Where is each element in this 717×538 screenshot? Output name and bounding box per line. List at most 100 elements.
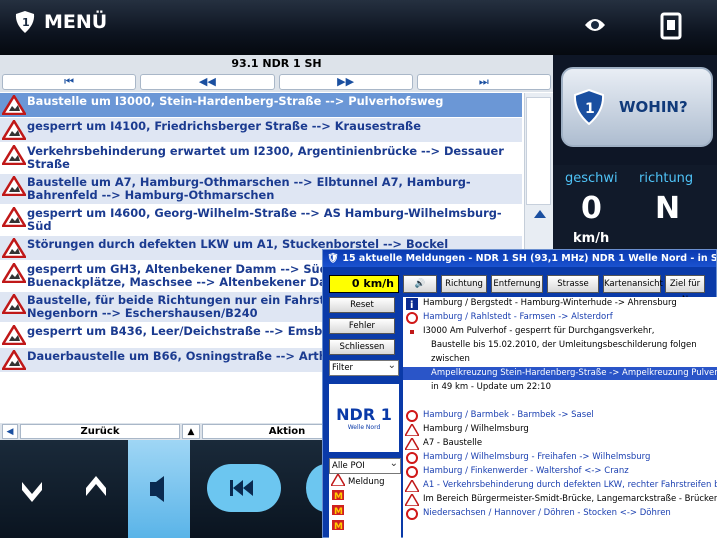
poi-item[interactable]: M bbox=[329, 504, 401, 519]
top-bar: 1 MENÜ bbox=[0, 0, 717, 55]
rewind-button[interactable] bbox=[205, 440, 283, 538]
poi-item[interactable]: Meldung bbox=[329, 472, 401, 489]
scroll-thumb[interactable] bbox=[526, 97, 551, 205]
up-button[interactable] bbox=[65, 440, 128, 538]
app-icon: 🛡 bbox=[327, 253, 340, 264]
message-row[interactable]: Ampelkreuzung Stein-Hardenberg-Straße ->… bbox=[403, 367, 717, 380]
station-title: 93.1 NDR 1 SH bbox=[0, 55, 553, 72]
play-icon bbox=[306, 464, 346, 512]
message-row[interactable]: A1 - Verkehrsbehinderung durch defekten … bbox=[403, 478, 717, 493]
message-row[interactable]: Hamburg / Finkenwerder - Waltershof <-> … bbox=[403, 465, 717, 478]
traffic-item-text: Baustelle um A7, Hamburg-Othmarschen -->… bbox=[27, 175, 471, 202]
traffic-item[interactable]: Verkehrsbehinderung erwartet um I2300, A… bbox=[0, 143, 522, 174]
traffic-item[interactable]: gesperrt um I4100, Friedrichsberger Stra… bbox=[0, 118, 522, 143]
scroll-up-icon[interactable] bbox=[534, 210, 546, 218]
target-button[interactable]: Ziel für N bbox=[665, 275, 705, 305]
street-button[interactable]: Strasse bbox=[547, 275, 599, 293]
traffic-item-text: Verkehrsbehinderung erwartet um I2300, A… bbox=[27, 144, 504, 171]
message-row[interactable]: A7 - Baustelle bbox=[403, 436, 717, 451]
down-button[interactable] bbox=[0, 440, 65, 538]
message-row[interactable]: Hamburg / Rahlstedt - Farmsen -> Alsterd… bbox=[403, 311, 717, 324]
navigation-app: 1 MENÜ 93.1 NDR 1 SH ⏮ ◀◀ ▶▶ ⏭ Baustelle… bbox=[0, 0, 717, 538]
distance-button[interactable]: Entfernung bbox=[491, 275, 543, 293]
shield-icon: 1 bbox=[573, 89, 605, 125]
next-icon: ▶▶ bbox=[337, 75, 355, 88]
last-icon: ⏭ bbox=[478, 75, 489, 88]
map-view-button[interactable]: Kartenansicht bbox=[603, 275, 663, 293]
error-button[interactable]: Fehler bbox=[329, 318, 395, 334]
circle-icon bbox=[405, 409, 419, 422]
warning-triangle-icon bbox=[403, 478, 421, 493]
next-track-button[interactable] bbox=[300, 440, 346, 538]
eye-icon[interactable] bbox=[583, 14, 607, 36]
message-row[interactable]: Baustelle bis 15.02.2010, der Umleitungs… bbox=[403, 339, 717, 352]
message-text: I3000 Am Pulverhof - gesperrt für Durchg… bbox=[423, 326, 655, 336]
filter-select[interactable]: Filter bbox=[329, 359, 399, 376]
message-text: A1 - Verkehrsbehinderung durch defekten … bbox=[423, 480, 717, 490]
speed-label: geschwi bbox=[565, 171, 618, 186]
message-text: Hamburg / Wilhelmsburg - Freihafen -> Wi… bbox=[423, 452, 651, 462]
list-nav-bar: ⏮ ◀◀ ▶▶ ⏭ bbox=[0, 72, 553, 92]
popup-sidebar: Reset Fehler Schliessen Filter NDR 1 Wel… bbox=[329, 297, 401, 452]
last-button[interactable]: ⏭ bbox=[416, 74, 551, 90]
warning-triangle-icon bbox=[0, 323, 28, 346]
circle-icon bbox=[405, 465, 419, 478]
poi-icon: M bbox=[331, 489, 345, 504]
reset-button[interactable]: Reset bbox=[329, 297, 395, 313]
message-row[interactable]: zwischen bbox=[403, 353, 717, 366]
message-row[interactable]: Im Bereich Bürgermeister-Smidt-Brücke, L… bbox=[403, 492, 717, 507]
message-text: Im Bereich Bürgermeister-Smidt-Brücke, L… bbox=[423, 494, 717, 504]
poi-icon: M bbox=[331, 519, 345, 534]
message-row[interactable]: Niedersachsen / Hannover / Döhren - Stoc… bbox=[403, 507, 717, 520]
prev-button[interactable]: ◀◀ bbox=[140, 74, 275, 90]
message-row[interactable]: Hamburg / Wilhelmsburg - Freihafen -> Wi… bbox=[403, 451, 717, 464]
message-row[interactable]: i Hamburg / Bergstedt - Hamburg-Winterhud… bbox=[403, 297, 717, 311]
close-button[interactable]: Schliessen bbox=[329, 339, 395, 355]
svg-text:M: M bbox=[334, 522, 343, 531]
message-row[interactable] bbox=[403, 395, 717, 408]
back-button[interactable]: Zurück bbox=[20, 424, 180, 439]
speed-unit: km/h bbox=[573, 231, 610, 246]
traffic-item-text: gesperrt um I4100, Friedrichsberger Stra… bbox=[27, 119, 421, 133]
warning-triangle-icon bbox=[0, 118, 28, 141]
circle-icon bbox=[405, 311, 419, 324]
menu-button[interactable]: 1 MENÜ bbox=[14, 10, 107, 34]
traffic-item[interactable]: gesperrt um I4600, Georg-Wilhelm-Straße … bbox=[0, 205, 522, 236]
wohin-label: WOHIN? bbox=[619, 98, 688, 116]
message-row[interactable]: in 49 km - Update um 22:10 bbox=[403, 381, 717, 394]
traffic-item[interactable]: Baustelle um A7, Hamburg-Othmarschen -->… bbox=[0, 174, 522, 205]
phone-icon[interactable] bbox=[660, 12, 682, 40]
warning-triangle-icon bbox=[403, 422, 421, 437]
warning-triangle-icon bbox=[0, 143, 28, 166]
poi-item[interactable]: M bbox=[329, 519, 401, 534]
traffic-item[interactable]: Baustelle um I3000, Stein-Hardenberg-Str… bbox=[0, 93, 522, 118]
next-button[interactable]: ▶▶ bbox=[278, 74, 413, 90]
popup-toolbar: 0 km/h 🔊 Richtung Entfernung Strasse Kar… bbox=[329, 275, 705, 305]
first-button[interactable]: ⏮ bbox=[2, 74, 137, 90]
back-arrow-icon[interactable]: ◀ bbox=[2, 424, 18, 439]
svg-text:i: i bbox=[410, 300, 413, 310]
prev-icon: ◀◀ bbox=[198, 75, 216, 88]
message-row[interactable]: Hamburg / Wilhelmsburg bbox=[403, 422, 717, 437]
direction-button[interactable]: Richtung bbox=[441, 275, 487, 293]
poi-panel: Alle POI MeldungMMM bbox=[329, 457, 401, 538]
svg-text:1: 1 bbox=[22, 16, 30, 29]
poi-item[interactable]: M bbox=[329, 489, 401, 504]
action-icon[interactable]: ▲ bbox=[182, 424, 200, 439]
poi-icon: M bbox=[331, 504, 345, 519]
message-row[interactable]: I3000 Am Pulverhof - gesperrt für Durchg… bbox=[403, 325, 717, 338]
message-text: Hamburg / Bergstedt - Hamburg-Winterhude… bbox=[423, 298, 677, 308]
warning-triangle-icon bbox=[0, 205, 28, 228]
poi-select[interactable]: Alle POI bbox=[329, 457, 401, 474]
first-icon: ⏮ bbox=[64, 75, 75, 88]
volume-button[interactable] bbox=[128, 440, 190, 538]
traffic-item-text: gesperrt um I4600, Georg-Wilhelm-Straße … bbox=[27, 206, 502, 233]
sound-button[interactable]: 🔊 bbox=[403, 275, 437, 293]
wohin-button[interactable]: 1 WOHIN? bbox=[561, 67, 713, 147]
message-row[interactable]: Hamburg / Barmbek - Barmbek -> Sasel bbox=[403, 409, 717, 422]
traffic-item-text: Dauerbaustelle um B66, Osningstraße --> … bbox=[27, 349, 361, 363]
traffic-item-text: Baustelle um I3000, Stein-Hardenberg-Str… bbox=[27, 94, 444, 108]
